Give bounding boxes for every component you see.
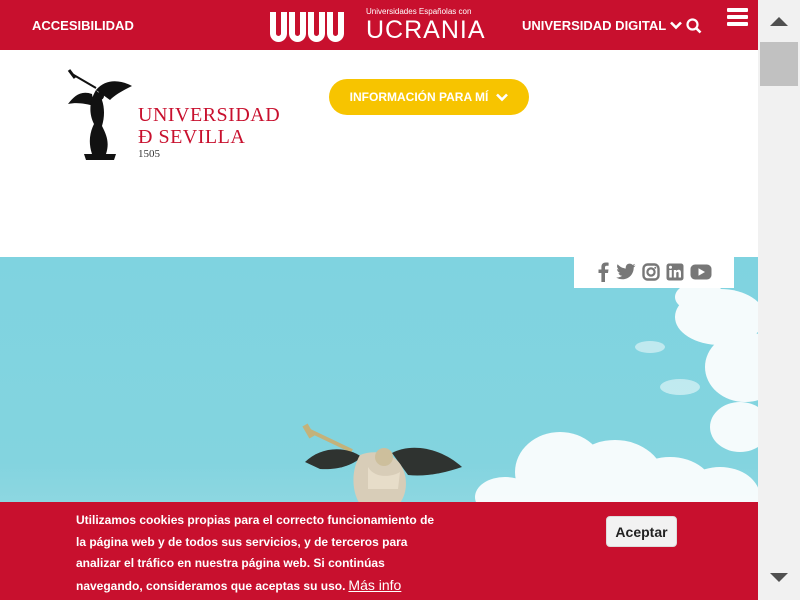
chevron-down-icon: [670, 21, 683, 30]
search-icon[interactable]: [686, 18, 702, 34]
scroll-up-icon[interactable]: [769, 15, 789, 27]
ucrania-title: UCRANIA: [366, 16, 486, 44]
universidad-digital-menu[interactable]: UNIVERSIDAD DIGITAL: [522, 18, 683, 33]
top-bar: ACCESIBILIDAD Universidades Españolas co…: [0, 0, 758, 50]
logo-year: 1505: [138, 148, 160, 160]
youtube-icon[interactable]: [690, 264, 712, 280]
uu-logo-icon: [270, 10, 344, 42]
scrollbar[interactable]: [758, 0, 800, 600]
universidad-digital-label: UNIVERSIDAD DIGITAL: [522, 18, 667, 33]
page: ACCESIBILIDAD Universidades Españolas co…: [0, 0, 758, 600]
logo-line-1: UNIVERSIDAD: [138, 104, 281, 126]
angel-emblem-icon: [67, 69, 132, 160]
cookie-message: Utilizamos cookies propias para el corre…: [76, 510, 446, 597]
social-links: [574, 256, 734, 288]
accept-button[interactable]: Aceptar: [606, 516, 677, 547]
ucrania-logo[interactable]: Universidades Españolas con UCRANIA: [270, 8, 486, 43]
scroll-down-icon[interactable]: [769, 572, 789, 584]
more-info-link[interactable]: Más info: [348, 577, 401, 593]
ucrania-logo-text: Universidades Españolas con UCRANIA: [366, 8, 486, 43]
hamburger-menu-icon[interactable]: [727, 8, 748, 29]
chevron-down-icon: [496, 93, 509, 101]
logo-line-2: Ð SEVILLA: [138, 126, 246, 148]
facebook-icon[interactable]: [596, 262, 610, 282]
info-button-label: INFORMACIÓN PARA MÍ: [349, 90, 489, 104]
accessibility-link[interactable]: ACCESIBILIDAD: [32, 18, 134, 33]
informacion-para-mi-button[interactable]: INFORMACIÓN PARA MÍ: [329, 79, 529, 115]
instagram-icon[interactable]: [642, 263, 660, 281]
linkedin-icon[interactable]: [666, 263, 684, 281]
twitter-icon[interactable]: [616, 263, 636, 281]
ucrania-subtitle: Universidades Españolas con: [366, 7, 472, 16]
scrollbar-thumb[interactable]: [760, 42, 798, 86]
universidad-sevilla-logo[interactable]: UNIVERSIDAD Ð SEVILLA 1505: [66, 68, 280, 163]
